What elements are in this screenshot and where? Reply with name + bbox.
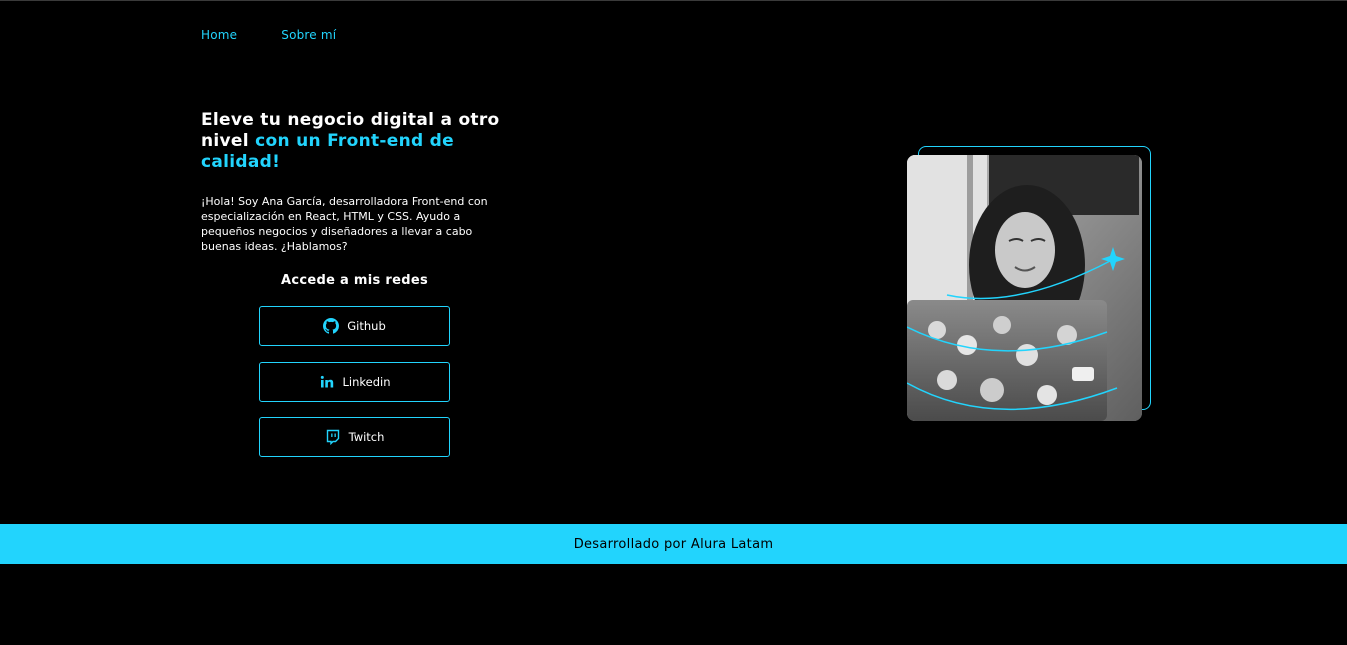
nav-link-home[interactable]: Home: [201, 28, 237, 42]
linkedin-icon: [319, 374, 335, 390]
profile-photo: [907, 155, 1142, 421]
linkedin-button-label: Linkedin: [342, 375, 391, 389]
portfolio-page: Home Sobre mí Eleve tu negocio digital a…: [0, 0, 1347, 645]
twitch-button[interactable]: Twitch: [259, 417, 450, 457]
profile-photo-container: [907, 146, 1152, 422]
github-icon: [323, 318, 340, 334]
nav-link-about[interactable]: Sobre mí: [281, 28, 336, 42]
twitch-icon: [325, 429, 341, 445]
profile-photo-illustration: [907, 155, 1142, 421]
page-footer: Desarrollado por Alura Latam: [0, 524, 1347, 564]
window-top-border: [0, 0, 1347, 1]
hero-title: Eleve tu negocio digital a otro nivel co…: [201, 110, 521, 173]
twitch-button-label: Twitch: [348, 430, 385, 444]
footer-text: Desarrollado por Alura Latam: [573, 536, 774, 552]
github-button-label: Github: [347, 319, 386, 333]
social-heading: Accede a mis redes: [281, 273, 428, 288]
linkedin-button[interactable]: Linkedin: [259, 362, 450, 402]
github-button[interactable]: Github: [259, 306, 450, 346]
hero-description: ¡Hola! Soy Ana García, desarrolladora Fr…: [201, 195, 488, 253]
main-nav: Home Sobre mí: [201, 28, 336, 42]
